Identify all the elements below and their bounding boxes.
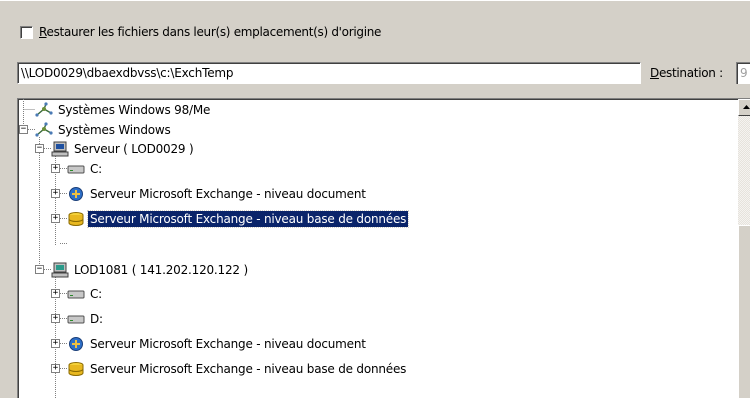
- database-icon: [68, 361, 84, 376]
- tree-view[interactable]: − − + + + − + + + + Systèmes Windows 98/…: [17, 98, 750, 398]
- collapse-toggle[interactable]: −: [19, 125, 28, 134]
- window-top-edge: [0, 0, 750, 1]
- expand-toggle[interactable]: +: [51, 189, 60, 198]
- tree-item-label: C:: [90, 286, 103, 301]
- checkbox-box[interactable]: [20, 25, 33, 39]
- destination-label-accelerator: D: [650, 66, 659, 80]
- tree-item-label: Serveur ( LOD0029 ): [74, 141, 194, 156]
- tree-item[interactable]: D:: [67, 309, 105, 328]
- server-icon: [51, 141, 69, 156]
- tree-item-label: Serveur Microsoft Exchange - niveau base…: [90, 361, 407, 376]
- path-input[interactable]: \\LOD0029\dbaexdbvss\c:\ExchTemp: [17, 62, 641, 84]
- tree-item-label: Systèmes Windows 98/Me: [58, 102, 211, 117]
- tree-item-label: C:: [90, 161, 103, 176]
- tree-item[interactable]: Serveur Microsoft Exchange - niveau docu…: [67, 184, 368, 203]
- checkbox-label-text: estaurer les fichiers dans leur(s) empla…: [46, 25, 382, 39]
- restore-original-location-checkbox[interactable]: Restaurer les fichiers dans leur(s) empl…: [20, 24, 381, 40]
- expand-toggle[interactable]: +: [51, 164, 60, 173]
- collapse-toggle[interactable]: −: [35, 144, 44, 153]
- tree-item-label-selected: Serveur Microsoft Exchange - niveau base…: [86, 209, 410, 228]
- destination-input[interactable]: 9: [736, 62, 750, 84]
- collapse-toggle[interactable]: −: [35, 265, 44, 274]
- exchange-icon: [69, 336, 83, 351]
- destination-label: Destination :: [650, 66, 723, 80]
- vertical-scrollbar[interactable]: [738, 99, 750, 398]
- expand-toggle[interactable]: +: [51, 214, 60, 223]
- tree-item[interactable]: Serveur Microsoft Exchange - niveau base…: [67, 359, 408, 378]
- tree-item-label: Systèmes Windows: [58, 122, 171, 137]
- network-icon: [35, 101, 53, 117]
- tree-item[interactable]: LOD1081 ( 141.202.120.122 ): [51, 260, 250, 279]
- drive-icon: [67, 315, 85, 323]
- tree-item[interactable]: Serveur ( LOD0029 ): [51, 139, 195, 158]
- tree-item-label: Serveur Microsoft Exchange - niveau docu…: [90, 186, 366, 201]
- tree-item-label: D:: [90, 311, 103, 326]
- tree-item[interactable]: Systèmes Windows: [35, 120, 173, 139]
- network-icon: [35, 121, 53, 137]
- arrow-up-icon: [743, 105, 750, 109]
- database-icon: [68, 211, 84, 226]
- computer-icon: [51, 262, 69, 277]
- tree-item[interactable]: Serveur Microsoft Exchange - niveau docu…: [67, 334, 368, 353]
- scroll-thumb[interactable]: [738, 225, 750, 398]
- tree-item[interactable]: Systèmes Windows 98/Me: [35, 100, 212, 119]
- checkbox-label-accelerator: R: [39, 25, 47, 39]
- scroll-up-button[interactable]: [738, 99, 750, 116]
- expand-toggle[interactable]: +: [51, 364, 60, 373]
- tree-item[interactable]: Serveur Microsoft Exchange - niveau base…: [67, 209, 410, 228]
- tree-item-label: LOD1081 ( 141.202.120.122 ): [74, 262, 248, 277]
- expand-toggle[interactable]: +: [51, 339, 60, 348]
- exchange-icon: [69, 186, 83, 201]
- drive-icon: [67, 165, 85, 173]
- expand-toggle[interactable]: +: [51, 314, 60, 323]
- tree-item-label: Serveur Microsoft Exchange - niveau docu…: [90, 336, 366, 351]
- tree-item[interactable]: C:: [67, 159, 104, 178]
- expand-toggle[interactable]: +: [51, 289, 60, 298]
- tree-item[interactable]: C:: [67, 284, 104, 303]
- checkbox-label: Restaurer les fichiers dans leur(s) empl…: [39, 25, 381, 39]
- destination-label-text: estination :: [658, 66, 723, 80]
- drive-icon: [67, 290, 85, 298]
